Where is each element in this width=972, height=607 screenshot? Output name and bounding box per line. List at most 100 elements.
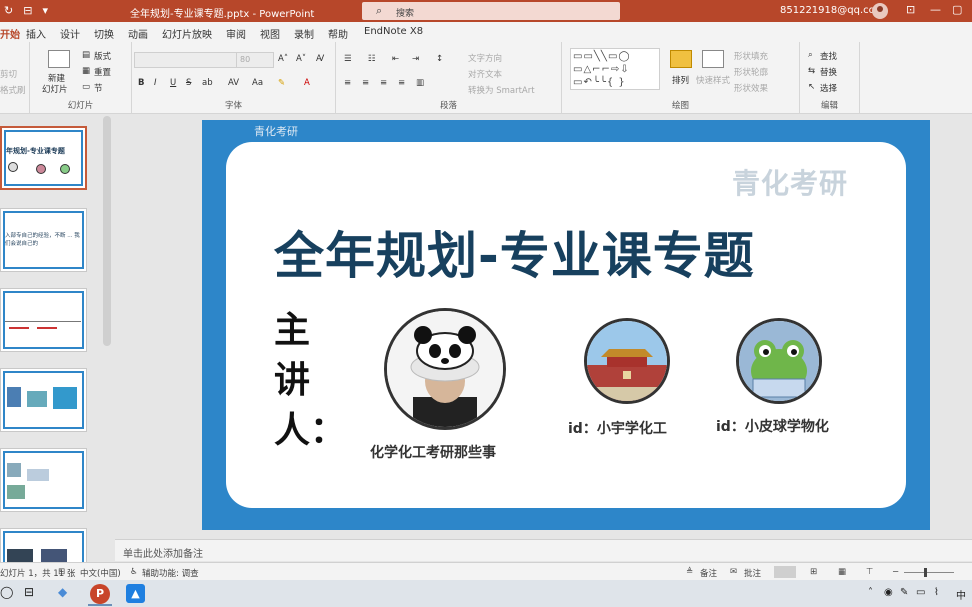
new-slide-icon[interactable] — [48, 50, 70, 68]
comments-button[interactable]: 批注 — [744, 567, 761, 579]
shrink-font-icon[interactable]: A˅ — [296, 54, 306, 64]
input-method-indicator[interactable]: 中 — [956, 587, 966, 602]
present-icon[interactable]: ⊟ — [23, 4, 32, 18]
reset-button[interactable]: 重置 — [94, 66, 111, 78]
tab-record[interactable]: 录制 — [294, 26, 314, 41]
network-icon[interactable]: ⌇ — [934, 587, 939, 598]
slide-sorter-icon[interactable]: ⊞ — [810, 567, 817, 577]
zoom-slider-handle[interactable] — [924, 568, 927, 577]
ribbon-display-icon[interactable]: ⊡ — [906, 3, 915, 16]
font-size-select[interactable]: 80 — [236, 52, 274, 68]
accessibility-status[interactable]: 辅助功能: 调查 — [142, 567, 199, 579]
justify-icon[interactable]: ≡ — [398, 78, 405, 88]
slide[interactable]: 青化考研 青化考研 全年规划-专业课专题 主讲人： 化学化工考研那些事 id：小… — [202, 120, 930, 530]
normal-view-button[interactable] — [774, 566, 796, 578]
layout-button[interactable]: 版式 — [94, 50, 111, 62]
arrange-icon[interactable] — [670, 50, 692, 68]
thumbnail-slide-2[interactable]: 入部专自己的经验，不断 ... 我们会说自己的 — [0, 208, 87, 272]
highlight-icon[interactable]: ✎ — [278, 78, 285, 88]
tab-animations[interactable]: 动画 — [128, 26, 148, 41]
bullets-icon[interactable]: ☰ — [344, 54, 352, 64]
format-painter-button[interactable]: 格式刷 — [0, 84, 26, 96]
slideshow-icon[interactable]: ⊤ — [866, 567, 873, 577]
tab-transitions[interactable]: 切换 — [94, 26, 114, 41]
change-case-button[interactable]: Aa — [252, 78, 263, 88]
search-icon[interactable]: ◯ — [0, 585, 13, 599]
search-box[interactable]: ⌕ 搜索 — [362, 2, 620, 20]
app-icon[interactable]: ◆ — [58, 585, 67, 599]
thumbnail-slide-6[interactable] — [0, 528, 87, 562]
line-spacing-icon[interactable]: ↕ — [436, 54, 443, 64]
thumbnail-slide-4[interactable] — [0, 368, 87, 432]
frog-avatar-icon[interactable] — [736, 318, 822, 404]
minimize-icon[interactable]: — — [930, 3, 941, 16]
thumbnail-scrollbar[interactable] — [103, 116, 111, 346]
columns-icon[interactable]: ▥ — [416, 78, 424, 88]
customize-icon[interactable]: ▾ — [42, 4, 48, 18]
powerpoint-icon[interactable]: P — [90, 584, 110, 604]
tab-view[interactable]: 视图 — [260, 26, 280, 41]
account-email[interactable]: 851221918@qq.com — [780, 5, 885, 16]
align-left-icon[interactable]: ≡ — [344, 78, 351, 88]
quick-styles-icon[interactable] — [702, 50, 724, 68]
quick-styles-button[interactable]: 快速样式 — [696, 74, 730, 86]
thumbnail-slide-3[interactable] — [0, 288, 87, 352]
chevron-up-icon[interactable]: ˄ — [868, 587, 873, 598]
task-view-icon[interactable]: ⊟ — [24, 585, 34, 599]
new-slide-label[interactable]: 幻灯片 — [42, 83, 68, 95]
tab-endnote[interactable]: EndNote X8 — [364, 26, 423, 37]
redo-icon[interactable]: ↻ — [4, 4, 13, 18]
numbering-icon[interactable]: ☷ — [368, 54, 376, 64]
tab-insert[interactable]: 插入 — [26, 26, 46, 41]
zoom-slider[interactable] — [904, 572, 954, 573]
thumbnail-slide-5[interactable] — [0, 448, 87, 512]
smartart-button[interactable]: 转换为 SmartArt — [468, 84, 535, 96]
clear-format-icon[interactable]: Ꜹ — [316, 54, 324, 64]
align-text-button[interactable]: 对齐文本 — [468, 68, 502, 80]
slide-title[interactable]: 全年规划-专业课专题 — [274, 216, 755, 288]
shape-fill-button[interactable]: 形状填充 — [734, 50, 768, 62]
tray-app-icon[interactable]: ◉ — [884, 587, 893, 598]
find-button[interactable]: 查找 — [820, 50, 837, 62]
spellcheck-icon[interactable]: ⊟ — [58, 567, 65, 577]
tab-home[interactable]: 开始 — [0, 26, 20, 45]
tray-app-icon[interactable]: ✎ — [900, 587, 908, 598]
thumbnail-slide-1[interactable]: 年规划-专业课专题 — [0, 126, 87, 190]
arrange-button[interactable]: 排列 — [672, 74, 689, 86]
speaker-label[interactable]: 主讲人： — [274, 306, 346, 456]
char-spacing-button[interactable]: AV — [228, 78, 239, 88]
tab-slideshow[interactable]: 幻灯片放映 — [162, 26, 212, 41]
shape-effects-button[interactable]: 形状效果 — [734, 82, 768, 94]
font-color-icon[interactable]: A — [304, 78, 310, 88]
tab-review[interactable]: 审阅 — [226, 26, 246, 41]
notes-pane[interactable]: 单击此处添加备注 — [115, 539, 972, 561]
language-indicator[interactable]: 中文(中国) — [80, 567, 121, 579]
panda-avatar-icon[interactable] — [384, 308, 506, 430]
bold-button[interactable]: B — [138, 78, 144, 88]
align-right-icon[interactable]: ≡ — [380, 78, 387, 88]
shape-outline-button[interactable]: 形状轮廓 — [734, 66, 768, 78]
shapes-gallery[interactable]: ▭▭╲╲▭◯ ▭△⌐⌐⇨⇩ ▭↶╰╰{ } — [570, 48, 660, 90]
strikethrough-button[interactable]: S — [186, 78, 191, 88]
shadow-button[interactable]: ab — [202, 78, 213, 88]
notes-placeholder[interactable]: 单击此处添加备注 — [123, 545, 203, 560]
cut-button[interactable]: 剪切 — [0, 68, 17, 80]
select-button[interactable]: 选择 — [820, 82, 837, 94]
battery-icon[interactable]: ▭ — [916, 587, 925, 598]
tab-help[interactable]: 帮助 — [328, 26, 348, 41]
gate-avatar-icon[interactable] — [584, 318, 670, 404]
text-direction-button[interactable]: 文字方向 — [468, 52, 502, 64]
avatar[interactable] — [872, 3, 888, 19]
zoom-out-icon[interactable]: − — [892, 567, 899, 577]
reading-view-icon[interactable]: ▦ — [838, 567, 846, 577]
indent-icon[interactable]: ⇤ — [392, 54, 399, 64]
tab-design[interactable]: 设计 — [60, 26, 80, 41]
grow-font-icon[interactable]: A˄ — [278, 54, 288, 64]
section-button[interactable]: 节 — [94, 82, 103, 94]
maximize-icon[interactable]: ▢ — [952, 3, 962, 16]
replace-button[interactable]: 替换 — [820, 66, 837, 78]
outdent-icon[interactable]: ⇥ — [412, 54, 419, 64]
notes-button[interactable]: 备注 — [700, 567, 717, 579]
italic-button[interactable]: I — [154, 78, 157, 88]
underline-button[interactable]: U — [170, 78, 176, 88]
